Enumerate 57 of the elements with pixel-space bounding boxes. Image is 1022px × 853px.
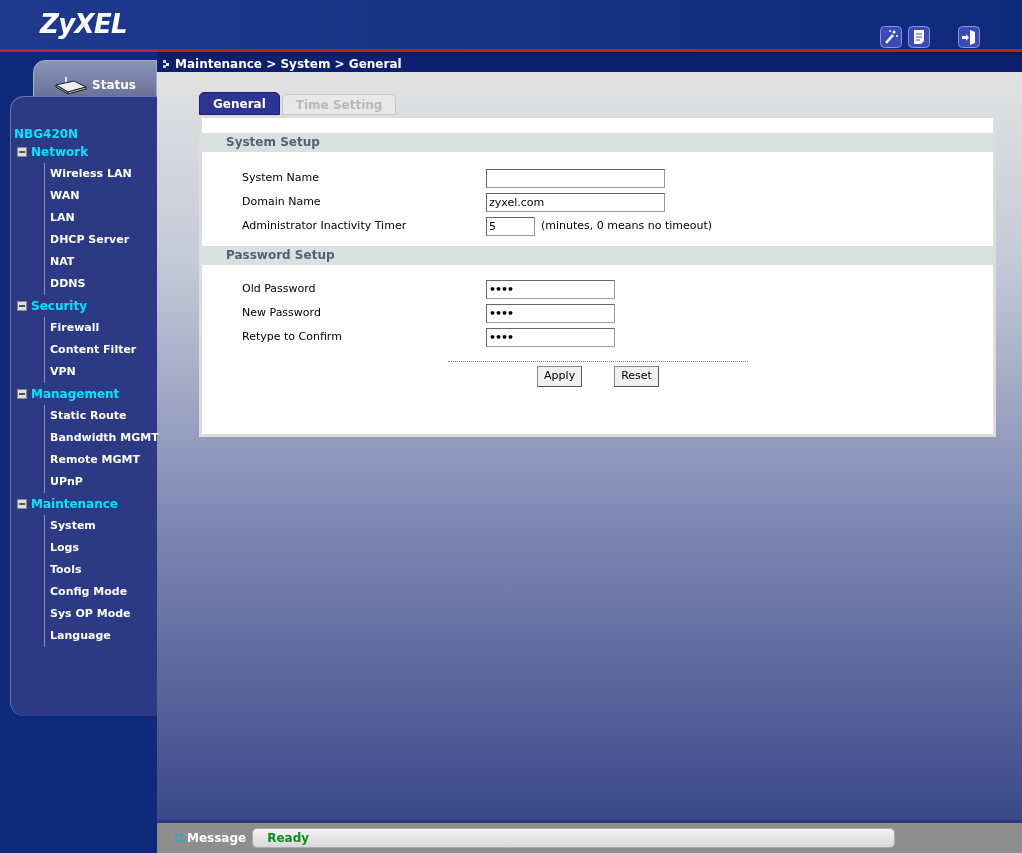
device-name: NBG420N: [14, 127, 80, 141]
field-label: System Name: [241, 169, 320, 186]
nav-item[interactable]: NAT: [50, 253, 75, 271]
password-field[interactable]: ••••: [486, 279, 615, 299]
tab[interactable]: General: [199, 92, 280, 115]
nav-item[interactable]: UPnP: [50, 473, 83, 491]
bullet-icon: [163, 59, 169, 68]
wand-icon[interactable]: [880, 25, 902, 48]
nav-item[interactable]: Language: [50, 627, 111, 645]
input-field[interactable]: 5: [486, 216, 535, 236]
logo: ZyXEL: [40, 8, 127, 41]
field-label: Domain Name: [241, 193, 322, 210]
nav-item[interactable]: Remote MGMT: [50, 451, 140, 469]
input-field[interactable]: zyxel.com: [486, 192, 665, 212]
collapse-icon[interactable]: [17, 499, 27, 509]
nav-item[interactable]: DDNS: [50, 275, 86, 293]
nav-item[interactable]: Logs: [50, 539, 79, 557]
nav-item[interactable]: Bandwidth MGMT: [50, 429, 159, 447]
nav-item[interactable]: Content Filter: [50, 341, 137, 359]
logout-icon[interactable]: [958, 25, 980, 48]
field-label: Administrator Inactivity Timer: [241, 217, 408, 234]
field-label: Old Password: [241, 280, 317, 297]
router-icon: [54, 75, 89, 95]
message-label: Message: [187, 830, 247, 847]
input-field[interactable]: [486, 168, 665, 188]
collapse-icon[interactable]: [17, 147, 27, 157]
document-icon[interactable]: [908, 25, 930, 48]
message-field: Ready: [252, 828, 896, 848]
nav-item[interactable]: LAN: [50, 209, 75, 227]
nav-item[interactable]: System: [50, 517, 96, 535]
nav-group[interactable]: Management: [31, 385, 120, 403]
nav-item[interactable]: Config Mode: [50, 583, 128, 601]
action-button[interactable]: Apply: [537, 366, 583, 387]
nav-item[interactable]: Firewall: [50, 319, 100, 337]
nav-item[interactable]: Tools: [50, 561, 82, 579]
nav-group[interactable]: Maintenance: [31, 495, 118, 513]
section-header: Password Setup: [202, 246, 993, 265]
collapse-icon[interactable]: [17, 301, 27, 311]
collapse-icon[interactable]: [17, 389, 27, 399]
hint-text: (minutes, 0 means no timeout): [541, 217, 713, 234]
nav-item[interactable]: VPN: [50, 363, 76, 381]
field-label: New Password: [241, 304, 322, 321]
nav-group[interactable]: Security: [31, 297, 88, 315]
breadcrumb: Maintenance > System > General: [175, 55, 402, 73]
nav-item[interactable]: Sys OP Mode: [50, 605, 131, 623]
nav-group[interactable]: Network: [31, 143, 89, 161]
password-field[interactable]: ••••: [486, 327, 615, 347]
nav-item[interactable]: Wireless LAN: [50, 165, 132, 183]
action-button[interactable]: Reset: [614, 366, 659, 387]
field-label: Retype to Confirm: [241, 328, 343, 345]
nav-item[interactable]: DHCP Server: [50, 231, 130, 249]
nav-item[interactable]: Static Route: [50, 407, 127, 425]
password-field[interactable]: ••••: [486, 303, 615, 323]
section-header: System Setup: [202, 133, 993, 152]
status-tab[interactable]: Status: [92, 76, 136, 94]
nav-item[interactable]: WAN: [50, 187, 80, 205]
bullet-icon: [175, 834, 183, 842]
